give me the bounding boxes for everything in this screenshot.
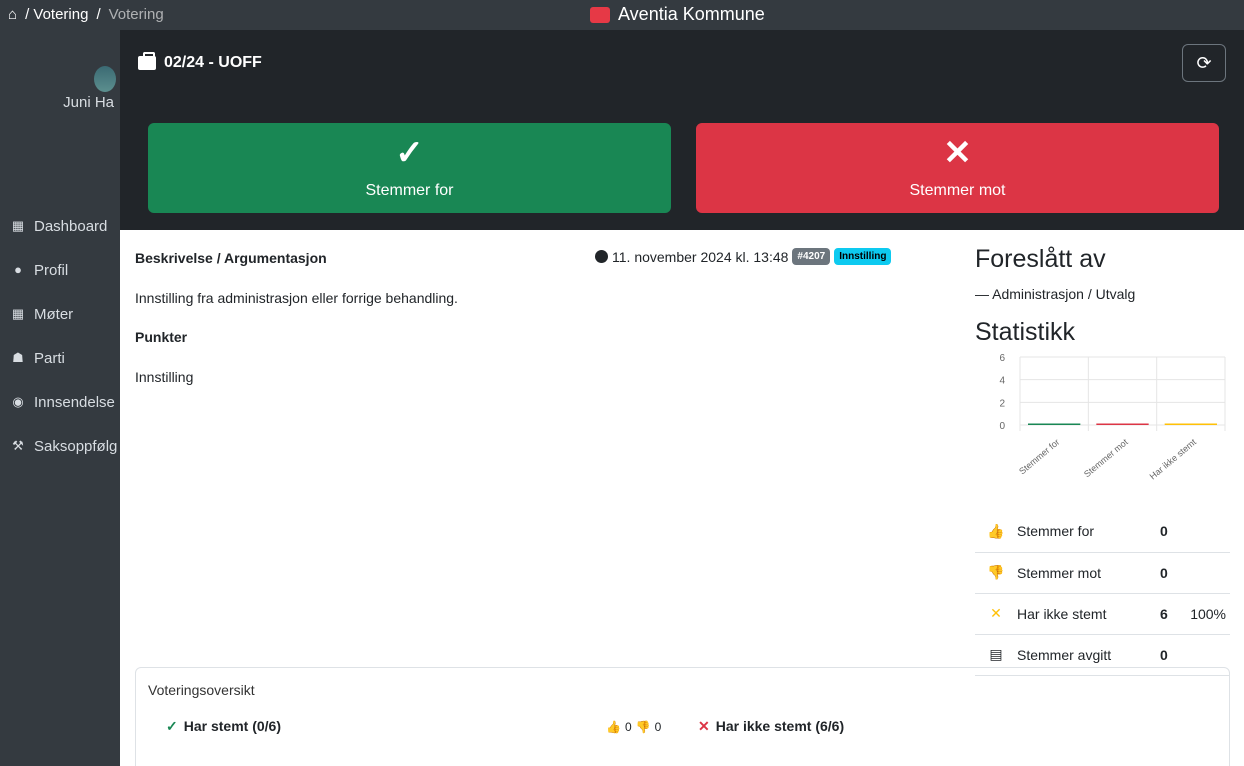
voting-overview: Voteringsoversikt ✓ Har stemt (0/6) 👍 0 … [135, 667, 1230, 766]
sidebar-nav: ▦ Dashboard ● Profil ▦ Møter ☗ Parti ◉ Innsen… [0, 204, 120, 468]
x-icon: ✕ [975, 593, 1017, 635]
refresh-button[interactable]: ⟳ [1182, 44, 1226, 82]
chart-y-tick-label: 0 [999, 421, 1005, 432]
case-id-badge: #4207 [792, 248, 831, 265]
sidebar-item-dashboard[interactable]: ▦ Dashboard [0, 204, 120, 248]
vote-against-button[interactable]: ✕ Stemmer mot [696, 123, 1219, 213]
points-text: Innstilling [135, 369, 194, 385]
breadcrumb: ⌂ / Votering / Votering [8, 6, 164, 23]
refresh-icon: ⟳ [1196, 52, 1212, 73]
thumbs-down-icon: 👎 [635, 720, 651, 734]
stats-value: 6 [1160, 593, 1190, 635]
brand-logo-icon [590, 6, 610, 23]
breadcrumb-separator: / [96, 6, 101, 23]
description-title: Beskrivelse / Argumentasjon [135, 250, 327, 266]
sidebar-item-label: Dashboard [34, 217, 108, 235]
x-icon: ✕ [943, 134, 972, 172]
case-meta: 11. november 2024 kl. 13:48 #4207 Innsti… [595, 248, 892, 265]
count-against: 0 [654, 720, 662, 734]
stats-row-for: 👍 Stemmer for 0 [975, 511, 1230, 553]
sidebar-item-innsendelse[interactable]: ◉ Innsendelse [0, 380, 120, 424]
sidebar-item-saksoppfolging[interactable]: ⚒ Saksoppfølg [0, 424, 120, 468]
sidebar-item-parti[interactable]: ☗ Parti [0, 336, 120, 380]
not-voted-section: ✕ Har ikke stemt (6/6) [698, 718, 844, 735]
brand: Aventia Kommune [590, 4, 765, 25]
overview-title: Voteringsoversikt [148, 682, 255, 698]
vote-against-label: Stemmer mot [909, 182, 1006, 199]
stats-label: Har ikke stemt [1017, 593, 1160, 635]
avatar [94, 66, 116, 92]
chart-y-tick-label: 4 [999, 376, 1005, 387]
sidebar-item-label: Møter [34, 305, 74, 323]
breadcrumb-votering[interactable]: / Votering [25, 6, 88, 23]
chart-bar [1164, 423, 1217, 425]
sidebar-item-moter[interactable]: ▦ Møter [0, 292, 120, 336]
gavel-icon: ⚒ [12, 438, 24, 453]
breadcrumb-votering-current: Votering [108, 6, 164, 23]
stats-label: Stemmer for [1017, 511, 1160, 553]
description-text: Innstilling fra administrasjon eller for… [135, 290, 458, 306]
proposed-by-text: — Administrasjon / Utvalg [975, 286, 1136, 302]
home-icon[interactable]: ⌂ [8, 6, 17, 23]
check-icon: ✓ [395, 134, 424, 172]
proposed-by-title: Foreslått av [975, 245, 1106, 273]
party-icon: ☗ [12, 350, 24, 365]
stats-row-against: 👎 Stemmer mot 0 [975, 552, 1230, 594]
statistics-title: Statistikk [975, 318, 1076, 346]
clock-icon [595, 250, 608, 263]
vote-for-button[interactable]: ✓ Stemmer for [148, 123, 671, 213]
modal-header: 02/24 - UOFF ⟳ ✓ Stemmer for ✕ Stemmer m… [120, 30, 1244, 230]
modal-body: Beskrivelse / Argumentasjon 11. november… [120, 230, 1244, 766]
vote-for-label: Stemmer for [365, 182, 454, 199]
thumbs-up-icon: 👍 [975, 511, 1017, 553]
comment-icon: ◉ [12, 394, 24, 409]
sidebar-item-label: Innsendelse [34, 393, 115, 411]
stats-pct [1190, 511, 1230, 553]
chart-x-tick-label: Stemmer for [1017, 437, 1061, 476]
stats-table: 👍 Stemmer for 0 👎 Stemmer mot 0 ✕ Har ik… [975, 511, 1230, 676]
stats-value: 0 [1160, 511, 1190, 553]
thumbs-up-icon: 👍 [606, 720, 621, 734]
vote-chart: 6 4 2 0 Stemmer for Stemmer mot Har ikke stemt [999, 353, 1226, 482]
stats-value: 0 [1160, 552, 1190, 594]
top-navbar: ⌂ / Votering / Votering Aventia Kommune [0, 0, 1244, 30]
chart-y-tick-label: 6 [999, 353, 1005, 364]
case-date: 11. november 2024 kl. 13:48 [612, 248, 789, 265]
chart-x-tick-label: Har ikke stemt [1148, 437, 1199, 482]
modal-title: 02/24 - UOFF [138, 52, 262, 72]
vote-counts: 👍 0 👎 0 [606, 720, 661, 734]
stats-pct: 100% [1190, 593, 1230, 635]
user-panel: Juni Ha [0, 66, 120, 111]
voted-section: ✓ Har stemt (0/6) [166, 718, 281, 735]
case-title: 02/24 - UOFF [164, 54, 262, 71]
user-icon: ● [14, 262, 22, 277]
brand-name: Aventia Kommune [618, 4, 765, 24]
chart-bar [1028, 423, 1081, 425]
voted-label: Har stemt (0/6) [183, 718, 281, 734]
stats-pct [1190, 552, 1230, 594]
stats-label: Stemmer mot [1017, 552, 1160, 594]
right-panel: Foreslått av — Administrasjon / Utvalg S… [975, 245, 1230, 676]
chart-bar [1096, 423, 1149, 425]
x-icon: ✕ [698, 718, 710, 734]
points-title: Punkter [135, 329, 188, 345]
chart-y-tick-label: 2 [999, 398, 1005, 409]
count-for: 0 [624, 720, 632, 734]
check-icon: ✓ [166, 718, 178, 734]
meetings-icon: ▦ [11, 306, 25, 321]
case-type-badge: Innstilling [834, 248, 892, 265]
stats-row-not-voted: ✕ Har ikke stemt 6 100% [975, 593, 1230, 635]
briefcase-icon [138, 52, 156, 70]
sidebar-item-label: Parti [34, 349, 65, 367]
sidebar-item-label: Saksoppfølg [34, 437, 118, 455]
chart-x-tick-label: Stemmer mot [1082, 437, 1130, 480]
sidebar-item-profil[interactable]: ● Profil [0, 248, 120, 292]
user-name: Juni Ha [63, 94, 114, 111]
not-voted-label: Har ikke stemt (6/6) [715, 718, 845, 734]
sidebar-item-label: Profil [34, 261, 69, 279]
dashboard-icon: ▦ [11, 218, 25, 233]
sidebar: Juni Ha ▦ Dashboard ● Profil ▦ Møter ☗ Parti… [0, 30, 120, 766]
thumbs-down-icon: 👎 [975, 552, 1017, 594]
